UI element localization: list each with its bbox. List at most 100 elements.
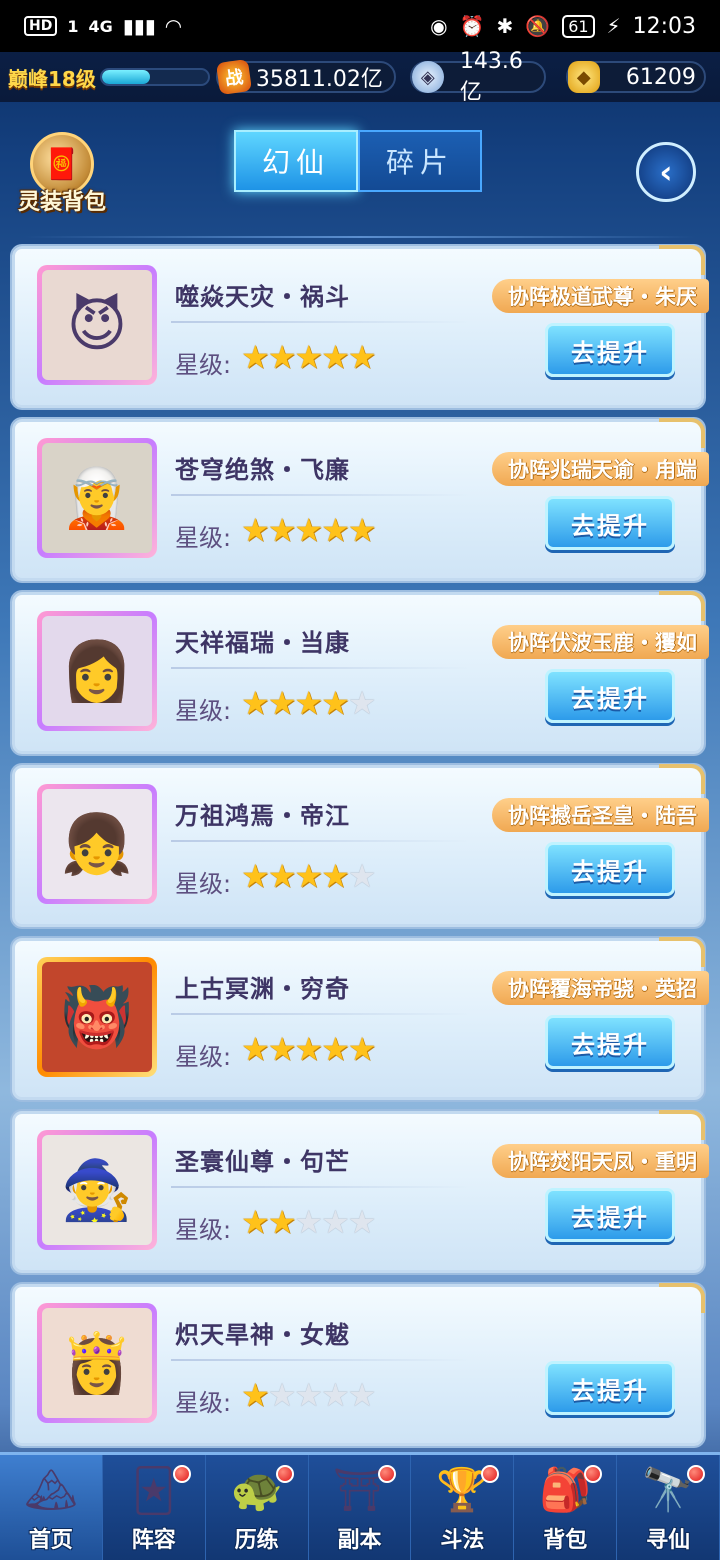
hero-avatar-frame[interactable]: 😈 xyxy=(37,265,157,385)
card-corner-ornament xyxy=(659,591,705,621)
hero-portrait: 👧 xyxy=(42,789,152,899)
star-filled-icon: ★ xyxy=(347,511,377,549)
card-corner-ornament xyxy=(659,1283,705,1313)
star-label: 星级: xyxy=(175,870,232,898)
card-corner-ornament xyxy=(659,1110,705,1140)
wifi-icon: ◠ xyxy=(165,14,182,38)
synergy-badge: 协阵兆瑞天谕・甪端 xyxy=(492,452,709,486)
synergy-badge: 协阵撼岳圣皇・陆吾 xyxy=(492,798,709,832)
hero-avatar-frame[interactable]: 👹 xyxy=(37,957,157,1077)
hero-avatar-frame[interactable]: 🧙 xyxy=(37,1130,157,1250)
immortal-card: 🧝 苍穹绝煞・飞廉 星级: ★ ★ ★ ★ ★ 协阵兆瑞天谕・甪端 去提升 xyxy=(12,418,709,581)
mute-icon: 🔕 xyxy=(525,14,551,38)
upgrade-button[interactable]: 去提升 xyxy=(545,669,675,723)
equipment-bag-button[interactable]: 🧧 灵装背包 xyxy=(4,126,124,216)
synergy-badge: 协阵伏波玉鹿・玃如 xyxy=(492,625,709,659)
hero-name: 炽天旱神・女魃 xyxy=(175,1321,350,1349)
nav-label: 斗法 xyxy=(440,1528,485,1553)
immortal-card: 😈 噬焱天灾・祸斗 星级: ★ ★ ★ ★ ★ 协阵极道武尊・朱厌 去提升 xyxy=(12,245,709,408)
immortal-card: 👹 上古冥渊・穷奇 星级: ★ ★ ★ ★ ★ 协阵覆海帝骁・英招 去提升 xyxy=(12,937,709,1100)
immortal-card: 👩 天祥福瑞・当康 星级: ★ ★ ★ ★ ★ 协阵伏波玉鹿・玃如 去提升 xyxy=(12,591,709,754)
star-filled-icon: ★ xyxy=(267,684,297,722)
name-underline xyxy=(171,321,471,323)
star-filled-icon: ★ xyxy=(321,338,350,376)
nav-label: 背包 xyxy=(543,1528,588,1553)
star-empty-icon: ★ xyxy=(321,1376,350,1414)
notification-dot-icon xyxy=(172,1465,191,1483)
coin-icon: ◈ xyxy=(411,61,444,93)
upgrade-button[interactable]: 去提升 xyxy=(545,842,675,896)
alarm-icon: ⏰ xyxy=(459,14,485,38)
upgrade-button[interactable]: 去提升 xyxy=(545,496,675,550)
upgrade-button[interactable]: 去提升 xyxy=(545,1361,675,1415)
upgrade-button[interactable]: 去提升 xyxy=(545,1015,675,1069)
hero-name: 圣寰仙尊・句芒 xyxy=(175,1148,350,1176)
upgrade-button[interactable]: 去提升 xyxy=(545,323,675,377)
star-empty-icon: ★ xyxy=(347,857,377,895)
tab-immortal[interactable]: 幻仙 xyxy=(234,130,358,192)
nav-label: 阵容 xyxy=(131,1528,176,1553)
star-filled-icon: ★ xyxy=(267,1030,297,1068)
hero-name: 万祖鸿焉・帝江 xyxy=(175,802,350,830)
hero-name: 苍穹绝煞・飞廉 xyxy=(175,456,350,484)
star-empty-icon: ★ xyxy=(267,1376,297,1414)
hero-portrait: 👸 xyxy=(42,1308,152,1418)
gold-pill[interactable]: ◆ 61209 xyxy=(565,61,706,93)
nav-item[interactable]: 🃏 阵容 xyxy=(103,1455,206,1560)
upgrade-button[interactable]: 去提升 xyxy=(545,1188,675,1242)
gold-ingot-icon: ◆ xyxy=(567,61,600,93)
star-filled-icon: ★ xyxy=(294,338,324,376)
star-label: 星级: xyxy=(175,1389,232,1417)
header-divider xyxy=(24,236,696,238)
hero-avatar-frame[interactable]: 🧝 xyxy=(37,438,157,558)
clock: 12:03 xyxy=(632,13,696,39)
nav-item[interactable]: 🏆 斗法 xyxy=(411,1455,515,1560)
status-right: ◉ ⏰ ✱ 🔕 61 ⚡ 12:03 xyxy=(430,14,696,39)
hd-badge: HD xyxy=(24,16,58,36)
synergy-badge: 协阵焚阳天凤・重明 xyxy=(492,1144,709,1178)
card-corner-ornament xyxy=(659,937,705,967)
star-empty-icon: ★ xyxy=(347,1203,377,1241)
star-label: 星级: xyxy=(175,697,232,725)
name-underline xyxy=(171,1186,471,1188)
star-rating: ★ ★ ★ ★ ★ xyxy=(241,338,376,376)
hero-avatar-frame[interactable]: 👸 xyxy=(37,1303,157,1423)
eye-icon: ◉ xyxy=(430,14,448,38)
hero-name: 天祥福瑞・当康 xyxy=(175,629,350,657)
star-filled-icon: ★ xyxy=(294,1030,324,1068)
gold-value: 61209 xyxy=(625,64,696,90)
immortal-card: 👧 万祖鸿焉・帝江 星级: ★ ★ ★ ★ ★ 协阵撼岳圣皇・陆吾 去提升 xyxy=(12,764,709,927)
sim-indicator: 1 xyxy=(67,16,79,36)
status-left: HD 1 4G ▮▮▮ ◠ xyxy=(24,14,181,38)
nav-item[interactable]: 🔭 寻仙 xyxy=(617,1455,720,1560)
star-filled-icon: ★ xyxy=(241,1376,270,1414)
card-corner-ornament xyxy=(659,418,705,448)
nav-icon: 🏔 xyxy=(24,1465,78,1514)
star-filled-icon: ★ xyxy=(267,857,297,895)
star-empty-icon: ★ xyxy=(294,1376,324,1414)
star-filled-icon: ★ xyxy=(347,1030,377,1068)
star-rating: ★ ★ ★ ★ ★ xyxy=(241,511,377,549)
network-type: 4G xyxy=(88,16,113,36)
nav-item[interactable]: 🐢 历练 xyxy=(206,1455,309,1560)
hero-avatar-frame[interactable]: 👩 xyxy=(37,611,157,731)
bottom-navigation: 🏔 首页 🃏 阵容 🐢 历练 ⛩ 副本 🏆 斗法 🎒 背包 🔭 寻仙 xyxy=(0,1452,720,1560)
star-rating: ★ ★ ★ ★ ★ xyxy=(241,1203,377,1241)
power-pill[interactable]: 战 35811.02亿 xyxy=(215,58,396,96)
immortal-card: 🧙 圣寰仙尊・句芒 星级: ★ ★ ★ ★ ★ 协阵焚阳天凤・重明 去提升 xyxy=(12,1110,709,1273)
back-arrow-icon[interactable]: ‹ xyxy=(636,142,696,202)
battery-icon: 61 xyxy=(562,14,595,38)
nav-item[interactable]: 🏔 首页 xyxy=(0,1455,103,1560)
star-filled-icon: ★ xyxy=(267,511,297,549)
star-filled-icon: ★ xyxy=(241,684,270,722)
player-level: 巅峰18级 xyxy=(8,66,96,91)
nav-item[interactable]: ⛩ 副本 xyxy=(309,1455,412,1560)
resource-bar: 巅峰18级 战 35811.02亿 ◈ 143.6亿 ◆ 61209 xyxy=(0,49,720,105)
hero-avatar-frame[interactable]: 👧 xyxy=(37,784,157,904)
coin-pill[interactable]: ◈ 143.6亿 xyxy=(409,49,546,105)
name-underline xyxy=(171,1359,471,1361)
nav-item[interactable]: 🎒 背包 xyxy=(514,1455,618,1560)
nav-label: 副本 xyxy=(337,1528,382,1553)
tab-fragments[interactable]: 碎片 xyxy=(358,130,482,192)
star-rating: ★ ★ ★ ★ ★ xyxy=(241,857,377,895)
